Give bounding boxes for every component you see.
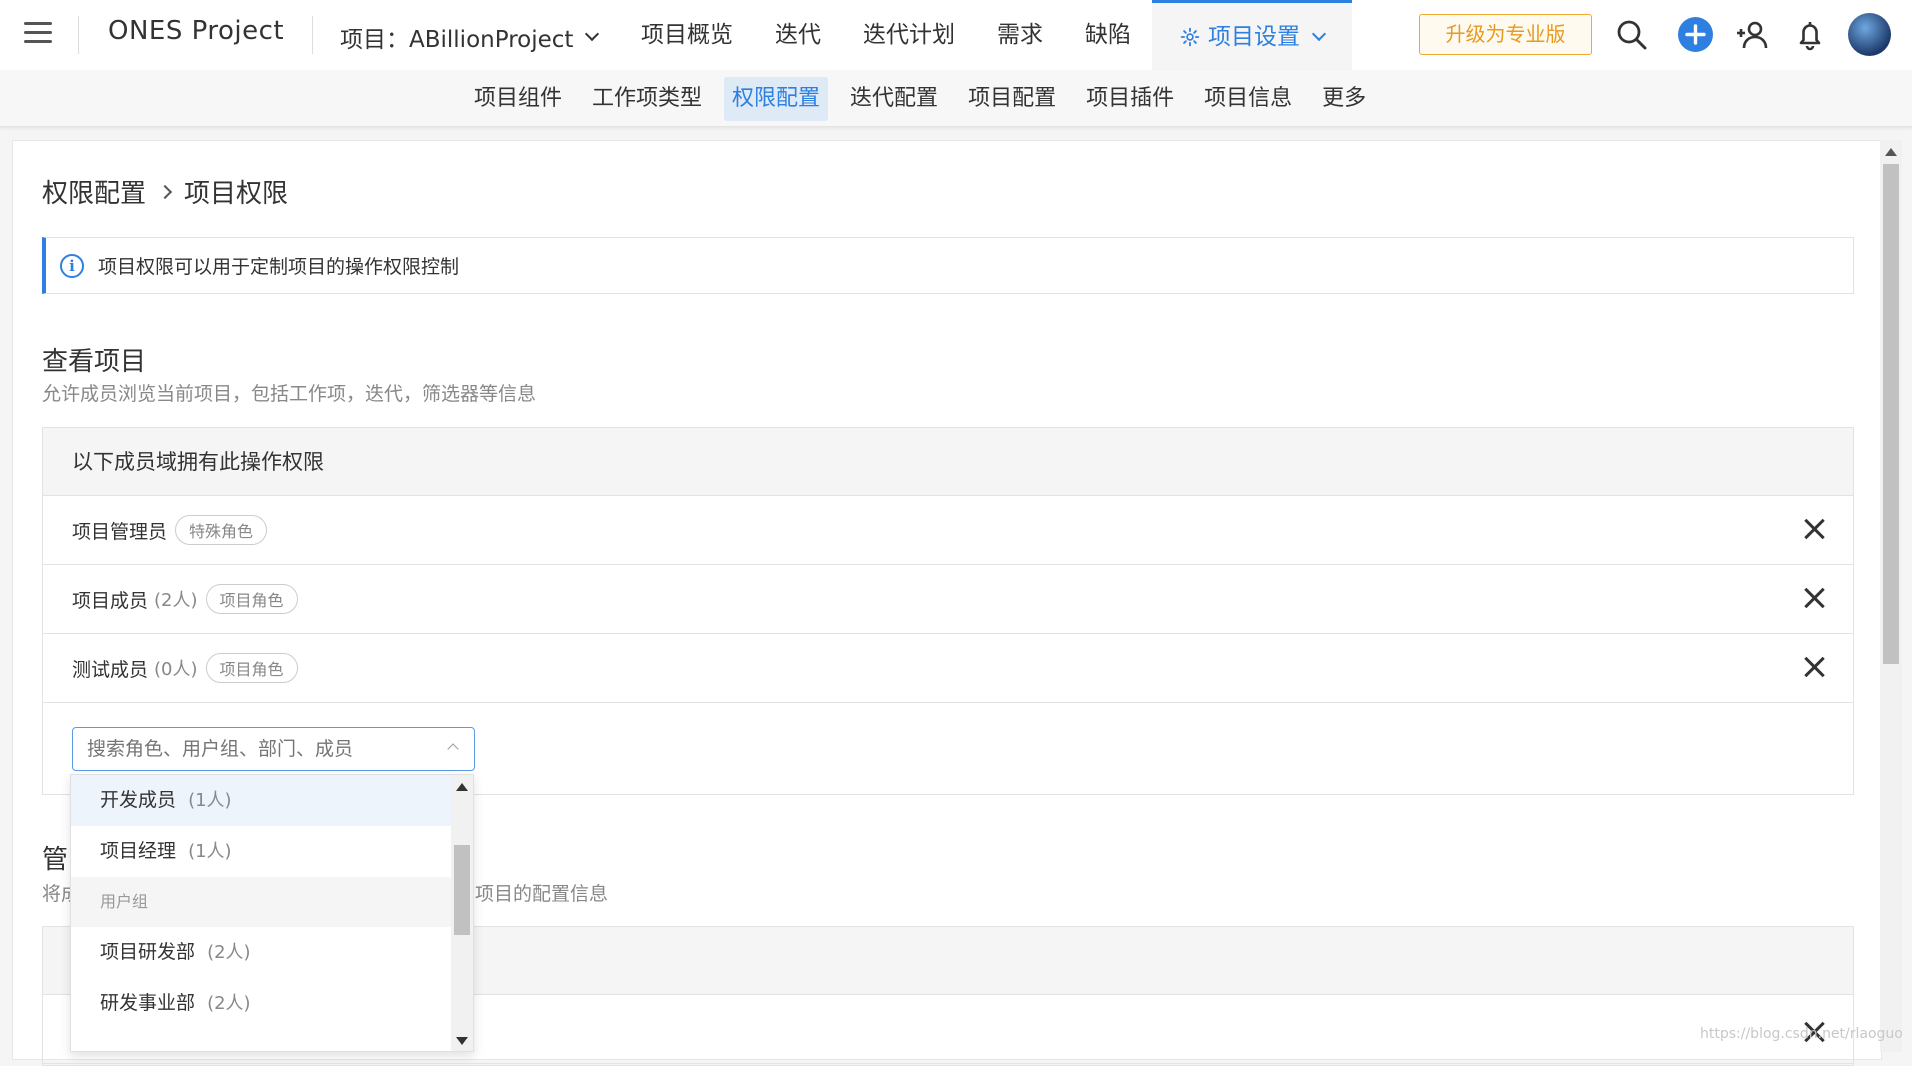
member-name: 测试成员 (72, 658, 149, 681)
gear-icon (1180, 27, 1200, 46)
permission-box-header: 以下成员域拥有此操作权限 (43, 428, 1853, 496)
nav-project-settings[interactable]: 项目设置 (1152, 0, 1352, 70)
tab-more[interactable]: 更多 (1314, 77, 1374, 121)
menu-icon[interactable] (24, 22, 52, 46)
option-count: (2人) (207, 942, 251, 963)
remove-icon[interactable] (1803, 587, 1825, 609)
info-notice: i 项目权限可以用于定制项目的操作权限控制 (42, 237, 1854, 294)
section-title-view: 查看项目 (42, 347, 147, 377)
member-count: (0人) (154, 659, 198, 680)
dropdown-option[interactable]: 开发成员 (1人) (71, 775, 453, 826)
notice-text: 项目权限可以用于定制项目的操作权限控制 (98, 256, 460, 278)
chevron-right-icon (157, 184, 173, 199)
permission-row: 测试成员 (0人) 项目角色 (43, 634, 1853, 703)
info-icon: i (60, 253, 84, 278)
breadcrumb: 权限配置 项目权限 (42, 173, 288, 210)
nav-sprint[interactable]: 迭代 (754, 0, 842, 70)
option-name: 项目研发部 (100, 941, 196, 963)
section-title-manage: 管 (42, 845, 69, 875)
dropdown-option[interactable]: 研发事业部 (2人) (71, 978, 453, 1029)
scroll-up-icon[interactable] (456, 783, 468, 791)
add-button[interactable] (1678, 17, 1713, 52)
breadcrumb-parent[interactable]: 权限配置 (42, 173, 146, 210)
app-logo[interactable]: ONES Project (108, 16, 284, 46)
search-icon[interactable] (1614, 17, 1650, 53)
chevron-down-icon (1311, 26, 1327, 41)
watermark: https://blog.csdn.net/rlaoguo (1700, 1026, 1903, 1042)
avatar[interactable] (1848, 13, 1891, 56)
scrollbar-thumb[interactable] (1883, 164, 1899, 664)
project-selector-label: 项目：ABillionProject (340, 27, 574, 53)
nav-sprint-plan[interactable]: 迭代计划 (842, 0, 976, 70)
nav-defects[interactable]: 缺陷 (1064, 0, 1152, 70)
member-search-input[interactable] (72, 727, 475, 771)
option-name: 研发事业部 (100, 992, 196, 1014)
scrollbar-thumb[interactable] (454, 845, 470, 935)
dropdown-option[interactable]: 项目经理 (1人) (71, 826, 453, 877)
bell-icon[interactable] (1792, 17, 1828, 53)
tab-components[interactable]: 项目组件 (466, 77, 570, 121)
page-scrollbar[interactable] (1880, 140, 1902, 1052)
option-count: (2人) (207, 993, 251, 1014)
option-name: 开发成员 (100, 789, 177, 811)
tab-project-config[interactable]: 项目配置 (960, 77, 1064, 121)
nav-requirements[interactable]: 需求 (976, 0, 1064, 70)
divider (312, 16, 313, 54)
section-desc-view: 允许成员浏览当前项目，包括工作项，迭代，筛选器等信息 (42, 383, 537, 405)
plus-icon (1685, 24, 1706, 45)
upgrade-button[interactable]: 升级为专业版 (1419, 14, 1592, 55)
member-name: 项目管理员 (72, 520, 168, 543)
permission-row: 项目成员 (2人) 项目角色 (43, 565, 1853, 634)
role-tag: 项目角色 (205, 584, 298, 614)
tab-work-item-types[interactable]: 工作项类型 (584, 77, 710, 121)
role-tag: 特殊角色 (175, 515, 268, 545)
tab-plugins[interactable]: 项目插件 (1078, 77, 1182, 121)
nav-overview[interactable]: 项目概览 (620, 0, 754, 70)
remove-icon[interactable] (1803, 518, 1825, 540)
tab-permissions[interactable]: 权限配置 (724, 77, 829, 121)
add-user-icon[interactable] (1734, 17, 1770, 53)
project-selector[interactable]: 项目：ABillionProject (340, 20, 600, 54)
nav-project-settings-label: 项目设置 (1208, 23, 1300, 50)
settings-subnav: 项目组件 工作项类型 权限配置 迭代配置 项目配置 项目插件 项目信息 更多 (0, 70, 1912, 127)
member-dropdown: 开发成员 (1人) 项目经理 (1人) 用户组 项目研发部 (2人) 研发事业部… (70, 774, 474, 1052)
scroll-up-icon[interactable] (1885, 148, 1897, 156)
main-nav: 项目概览 迭代 迭代计划 需求 缺陷 项目设置 (620, 0, 1352, 70)
scroll-down-icon[interactable] (456, 1037, 468, 1045)
tab-project-info[interactable]: 项目信息 (1196, 77, 1300, 121)
dropdown-option[interactable]: 项目研发部 (2人) (71, 927, 453, 978)
top-bar: ONES Project 项目：ABillionProject 项目概览 迭代 … (0, 0, 1912, 70)
role-tag: 项目角色 (205, 653, 298, 683)
option-count: (1人) (188, 841, 232, 862)
dropdown-group-header: 用户组 (71, 877, 453, 927)
chevron-down-icon (585, 26, 600, 42)
breadcrumb-current: 项目权限 (184, 179, 289, 209)
option-count: (1人) (188, 790, 232, 811)
tab-sprint-config[interactable]: 迭代配置 (842, 77, 946, 121)
permission-row: 项目管理员 特殊角色 (43, 496, 1853, 565)
section-desc-manage-right: 项目的配置信息 (475, 883, 609, 905)
divider (78, 16, 79, 54)
option-name: 项目经理 (100, 840, 177, 862)
permission-box-view: 以下成员域拥有此操作权限 项目管理员 特殊角色 项目成员 (2人) 项目角色 测… (42, 427, 1854, 795)
member-count: (2人) (154, 590, 198, 611)
dropdown-scrollbar[interactable] (451, 775, 473, 1051)
remove-icon[interactable] (1803, 656, 1825, 678)
member-name: 项目成员 (72, 589, 149, 612)
